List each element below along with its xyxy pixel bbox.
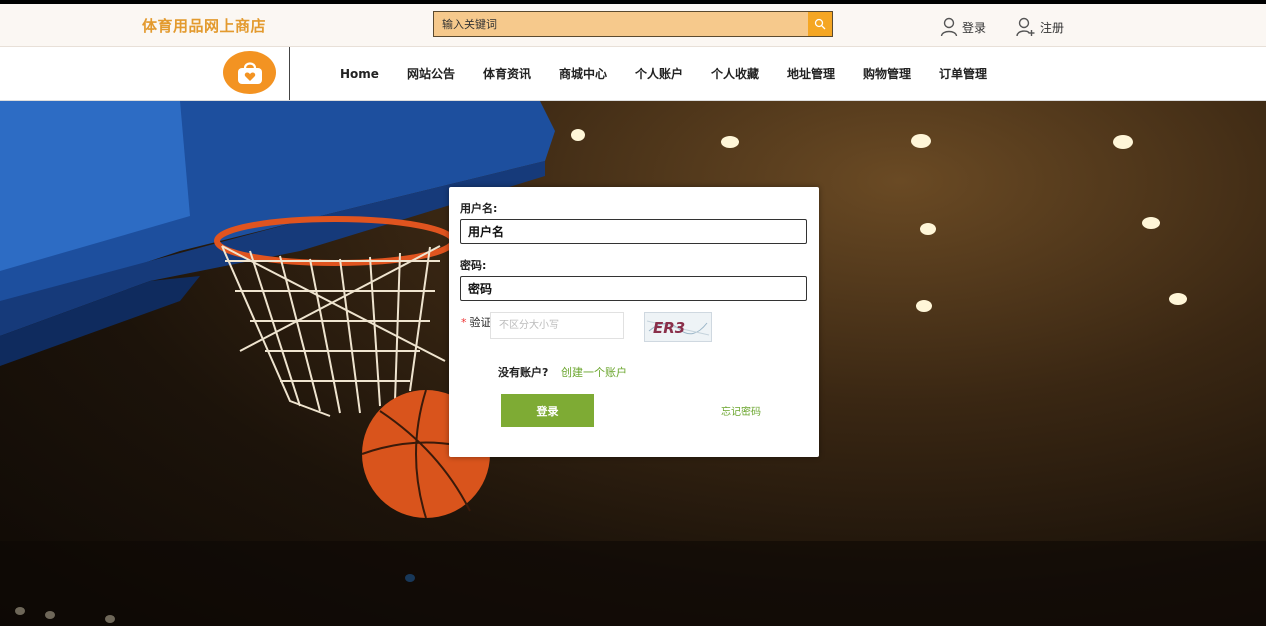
register-link[interactable]: 注册 [1016, 17, 1064, 37]
nav-item-personal-account[interactable]: 个人账户 [625, 65, 693, 82]
nav-menu: Home 网站公告 体育资讯 商城中心 个人账户 个人收藏 地址管理 购物管理 … [330, 47, 1005, 100]
nav-item-sports-news[interactable]: 体育资讯 [473, 65, 541, 82]
main-navbar: Home 网站公告 体育资讯 商城中心 个人账户 个人收藏 地址管理 购物管理 … [0, 47, 1266, 101]
nav-item-mall-center[interactable]: 商城中心 [549, 65, 617, 82]
forgot-password-link[interactable]: 忘记密码 [721, 403, 761, 418]
create-account-link[interactable]: 创建一个账户 [561, 364, 627, 380]
captcha-graphic: ER3 [646, 319, 710, 337]
nav-item-home[interactable]: Home [330, 67, 389, 81]
captcha-input[interactable] [490, 312, 624, 339]
nav-item-announcements[interactable]: 网站公告 [397, 65, 465, 82]
required-star: * [461, 316, 467, 329]
search-button[interactable] [808, 12, 832, 36]
nav-item-favorites[interactable]: 个人收藏 [701, 65, 769, 82]
password-label: 密码: [460, 259, 487, 272]
nav-item-order-management[interactable]: 订单管理 [929, 65, 997, 82]
search-icon [814, 18, 826, 30]
captcha-text: ER3 [653, 319, 685, 337]
search-input[interactable] [434, 12, 808, 36]
shopping-bag-heart-icon [237, 61, 262, 84]
user-icon [940, 17, 958, 37]
captcha-label: * 验证 [461, 314, 492, 330]
login-link-label: 登录 [962, 20, 987, 35]
top-bar: 体育用品网上商店 登录 注册 [0, 0, 1266, 47]
nav-divider [289, 47, 290, 100]
nav-item-shopping-management[interactable]: 购物管理 [853, 65, 921, 82]
basketball-net [221, 245, 446, 417]
login-button[interactable]: 登录 [501, 394, 594, 427]
site-title: 体育用品网上商店 [142, 17, 267, 35]
username-label: 用户名: [460, 202, 498, 215]
password-input[interactable] [460, 276, 807, 301]
nav-item-address-management[interactable]: 地址管理 [777, 65, 845, 82]
site-logo[interactable] [223, 51, 276, 94]
no-account-text: 没有账户? [498, 366, 549, 379]
captcha-label-text: 验证 [469, 316, 492, 329]
search-box [433, 11, 833, 37]
captcha-image[interactable]: ER3 [644, 312, 712, 342]
register-link-label: 注册 [1040, 20, 1065, 35]
user-add-icon [1016, 17, 1035, 37]
login-link[interactable]: 登录 [940, 17, 986, 37]
login-form: 用户名: 密码: *验证 ER3 没有账户? 创建一个账户 登录 忘记密码 [449, 187, 819, 457]
username-input[interactable] [460, 219, 807, 244]
